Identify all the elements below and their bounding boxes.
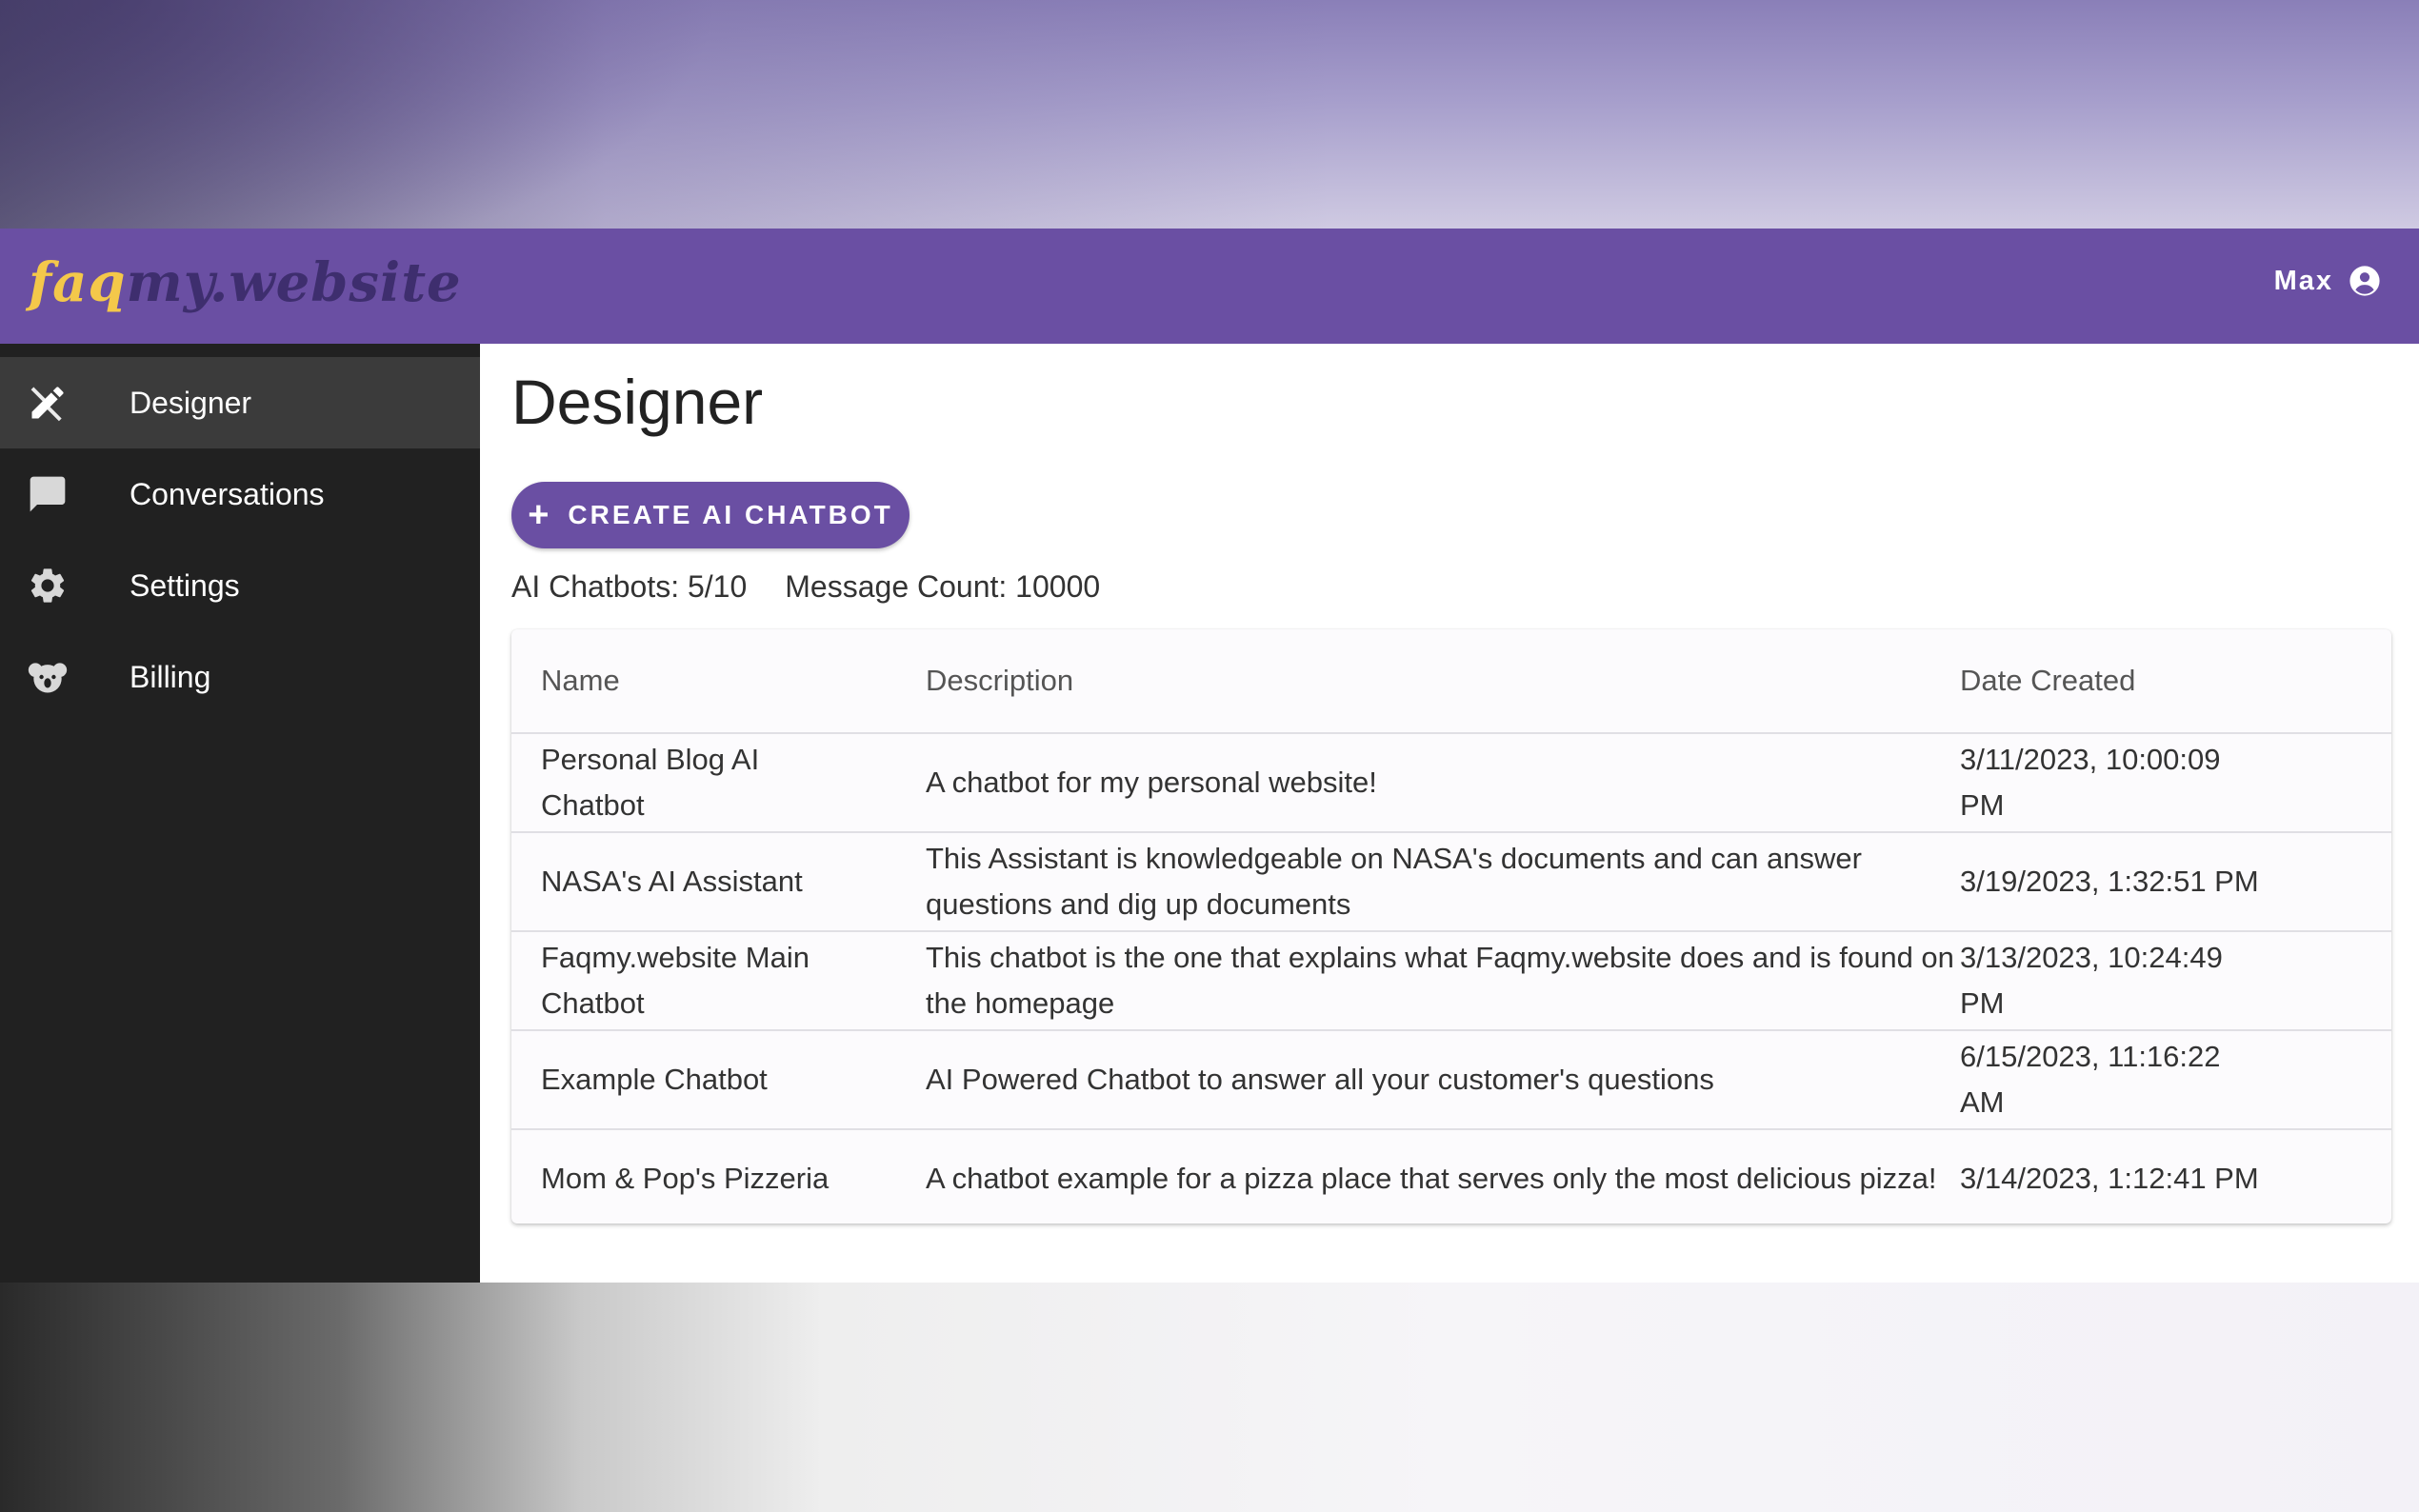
chatbots-table: Name Description Date Created Personal B… xyxy=(511,629,2391,1224)
chatbot-count: AI Chatbots: 5/10 xyxy=(511,569,748,604)
sidebar-item-designer[interactable]: Designer xyxy=(0,357,480,448)
koala-icon xyxy=(25,654,70,700)
plus-icon: + xyxy=(528,495,550,535)
chatbots-table-card: Name Description Date Created Personal B… xyxy=(511,629,2391,1224)
cell-name: Example Chatbot xyxy=(511,1030,926,1130)
sidebar-item-conversations[interactable]: Conversations xyxy=(0,448,480,540)
column-header-description[interactable]: Description xyxy=(926,629,1960,734)
cell-description: This chatbot is the one that explains wh… xyxy=(926,931,1960,1031)
column-header-name[interactable]: Name xyxy=(511,629,926,734)
cell-description: This Assistant is knowledgeable on NASA'… xyxy=(926,832,1960,932)
column-header-date-created[interactable]: Date Created xyxy=(1960,629,2391,734)
app-bar: faqmy.website Max xyxy=(0,229,2419,344)
cell-description: A chatbot example for a pizza place that… xyxy=(926,1162,1937,1195)
create-ai-chatbot-button[interactable]: + CREATE AI CHATBOT xyxy=(511,482,910,548)
cell-date-text: 3/13/2023, 10:24:49 PM xyxy=(1960,941,2223,1020)
cell-date-text: 6/15/2023, 11:16:22 AM xyxy=(1960,1040,2221,1119)
cell-name: Faqmy.website Main Chatbot xyxy=(511,931,926,1031)
cell-date: 3/14/2023, 1:12:41 PM xyxy=(1960,1129,2391,1224)
cell-name: Mom & Pop's Pizzeria xyxy=(511,1129,926,1224)
create-button-label: CREATE AI CHATBOT xyxy=(568,500,893,529)
account-circle-icon xyxy=(2349,265,2381,297)
user-menu[interactable]: Max xyxy=(2274,265,2381,297)
table-row[interactable]: Faqmy.website Main Chatbot This chatbot … xyxy=(511,931,2391,1031)
cell-description: AI Powered Chatbot to answer all your cu… xyxy=(926,1030,1960,1130)
background-bottom-gradient xyxy=(0,1283,2419,1512)
table-row[interactable]: NASA's AI Assistant This Assistant is kn… xyxy=(511,832,2391,932)
message-count: Message Count: 10000 xyxy=(785,569,1101,604)
main-content: Designer + CREATE AI CHATBOT AI Chatbots… xyxy=(480,344,2419,1283)
chat-bubble-icon xyxy=(25,471,70,517)
table-row[interactable]: Mom & Pop's Pizzeria A chatbot example f… xyxy=(511,1129,2391,1224)
sidebar: Designer Conversations Settings Billing xyxy=(0,344,480,1283)
background-top-gradient xyxy=(0,0,2419,229)
user-name: Max xyxy=(2273,265,2333,296)
cell-date-text: 3/14/2023, 1:12:41 PM xyxy=(1960,1162,2259,1195)
logo-part-faq: faq xyxy=(29,251,127,314)
sidebar-item-label: Settings xyxy=(130,567,240,603)
sidebar-item-billing[interactable]: Billing xyxy=(0,631,480,723)
cell-description: A chatbot for my personal website! xyxy=(926,733,1960,833)
cell-name-text: Example Chatbot xyxy=(541,1063,768,1096)
cell-name-text: Mom & Pop's Pizzeria xyxy=(541,1162,830,1195)
cell-name-text: NASA's AI Assistant xyxy=(541,865,803,898)
cell-date: 3/11/2023, 10:00:09 PM xyxy=(1960,733,2391,833)
design-tools-icon xyxy=(25,380,70,426)
cell-date: 6/15/2023, 11:16:22 AM xyxy=(1960,1030,2391,1130)
sidebar-item-label: Designer xyxy=(130,385,252,420)
cell-date-text: 3/11/2023, 10:00:09 PM xyxy=(1960,743,2221,822)
page-title: Designer xyxy=(511,367,764,437)
app-logo[interactable]: faqmy.website xyxy=(29,249,462,316)
cell-name: Personal Blog AI Chatbot xyxy=(511,733,926,833)
logo-part-website: my.website xyxy=(126,251,462,314)
table-row[interactable]: Personal Blog AI Chatbot A chatbot for m… xyxy=(511,733,2391,833)
sidebar-item-settings[interactable]: Settings xyxy=(0,540,480,631)
table-header-row: Name Description Date Created xyxy=(511,629,2391,734)
cell-date: 3/13/2023, 10:24:49 PM xyxy=(1960,931,2391,1031)
cell-date: 3/19/2023, 1:32:51 PM xyxy=(1960,832,2391,932)
sidebar-item-label: Conversations xyxy=(130,476,325,511)
cell-name-text: Faqmy.website Main Chatbot xyxy=(541,941,810,1020)
cell-date-text: 3/19/2023, 1:32:51 PM xyxy=(1960,865,2259,898)
app-window: faqmy.website Max Designer Conversations… xyxy=(0,229,2419,1283)
cell-name: NASA's AI Assistant xyxy=(511,832,926,932)
sidebar-item-label: Billing xyxy=(130,659,211,694)
usage-stats: AI Chatbots: 5/10 Message Count: 10000 xyxy=(511,569,1100,605)
table-row[interactable]: Example Chatbot AI Powered Chatbot to an… xyxy=(511,1030,2391,1130)
gear-icon xyxy=(25,563,70,608)
cell-name-text: Personal Blog AI Chatbot xyxy=(541,743,760,822)
